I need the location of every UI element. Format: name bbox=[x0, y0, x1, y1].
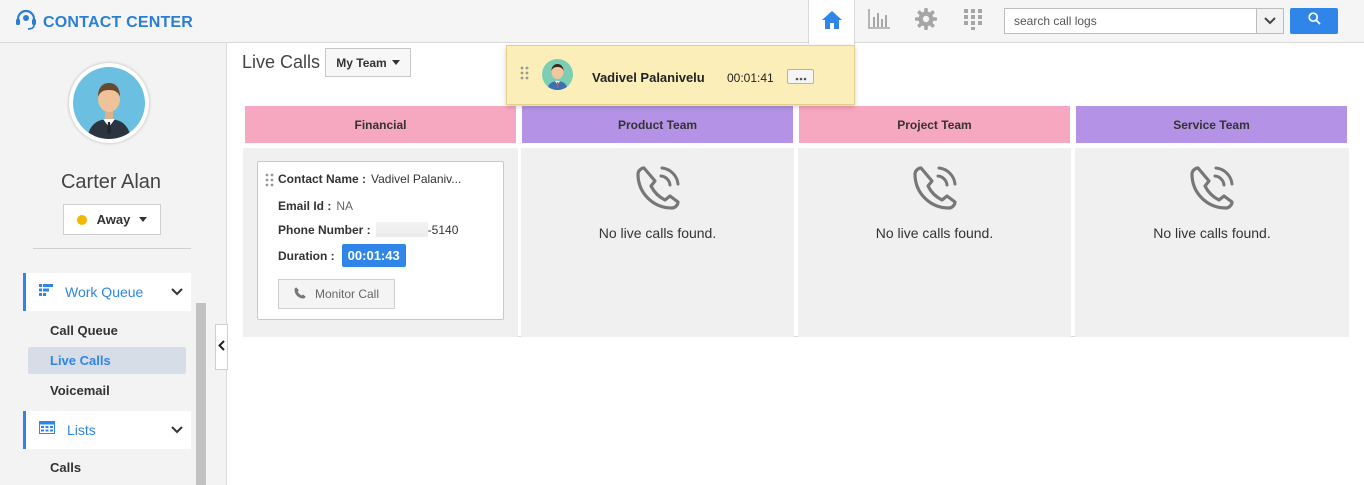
column-project-team: No live calls found. bbox=[798, 148, 1071, 337]
column-header-product-team: Product Team bbox=[522, 106, 793, 143]
phone-label: Phone Number : bbox=[278, 222, 371, 237]
search-button[interactable] bbox=[1290, 8, 1338, 34]
top-nav bbox=[808, 0, 996, 44]
sidebar-section-label: Lists bbox=[67, 422, 96, 438]
page-title: Live Calls bbox=[242, 52, 321, 72]
column-header-project-team: Project Team bbox=[799, 106, 1070, 143]
caller-avatar bbox=[542, 59, 573, 90]
column-financial: Contact Name : Vadivel Palaniv... Email … bbox=[243, 148, 518, 337]
user-name: Carter Alan bbox=[60, 171, 162, 193]
phone-redaction bbox=[375, 222, 428, 237]
phone-ringing-icon bbox=[634, 166, 682, 216]
brand-logo[interactable]: CONTACT CENTER bbox=[14, 9, 193, 36]
sidebar-scrollbar[interactable] bbox=[196, 268, 206, 485]
scrollbar-thumb[interactable] bbox=[196, 303, 206, 485]
sidebar: Carter Alan Away Work Queue Call Queue L… bbox=[0, 43, 227, 485]
active-call-popup[interactable]: Vadivel Palanivelu 00:01:41 bbox=[506, 45, 855, 105]
duration-label: Duration : bbox=[278, 248, 335, 263]
reports-icon bbox=[867, 8, 891, 35]
sidebar-item-voicemail[interactable]: Voicemail bbox=[28, 377, 186, 404]
contact-name-label: Contact Name : bbox=[278, 172, 367, 186]
status-dot-icon bbox=[76, 214, 87, 225]
sidebar-collapse-button[interactable] bbox=[215, 324, 228, 370]
calendar-grid-icon bbox=[39, 421, 55, 439]
team-filter-label: My Team bbox=[336, 55, 387, 70]
nav-apps[interactable] bbox=[949, 0, 996, 43]
empty-message: No live calls found. bbox=[875, 225, 994, 241]
phone-row: Phone Number : -5140 bbox=[278, 222, 458, 237]
caller-name: Vadivel Palanivelu bbox=[592, 70, 705, 85]
status-dropdown[interactable]: Away bbox=[63, 204, 161, 235]
column-service-team: No live calls found. bbox=[1075, 148, 1349, 337]
sidebar-item-live-calls[interactable]: Live Calls bbox=[28, 347, 186, 374]
column-header-service-team: Service Team bbox=[1076, 106, 1347, 143]
sidebar-item-calls[interactable]: Calls bbox=[28, 454, 186, 481]
monitor-call-button[interactable]: Monitor Call bbox=[278, 279, 395, 309]
apps-grid-icon bbox=[963, 8, 983, 35]
search-box bbox=[1004, 8, 1284, 34]
settings-icon bbox=[914, 7, 938, 36]
contact-name-value: Vadivel Palaniv... bbox=[371, 172, 462, 186]
nav-settings[interactable] bbox=[902, 0, 949, 43]
headset-logo-icon bbox=[14, 9, 38, 36]
sidebar-item-call-queue[interactable]: Call Queue bbox=[28, 317, 186, 344]
monitor-call-label: Monitor Call bbox=[314, 287, 380, 301]
ellipsis-icon bbox=[795, 68, 807, 86]
avatar[interactable] bbox=[69, 63, 149, 143]
empty-state: No live calls found. bbox=[1075, 164, 1349, 241]
nav-reports[interactable] bbox=[855, 0, 902, 43]
live-calls-board: Financial Contact Name : Vadivel Palaniv… bbox=[243, 104, 1349, 337]
drag-handle-icon[interactable] bbox=[520, 66, 529, 85]
email-value: NA bbox=[336, 199, 354, 213]
home-icon bbox=[821, 10, 843, 35]
duration-badge: 00:01:43 bbox=[341, 244, 406, 267]
live-call-card[interactable]: Contact Name : Vadivel Palaniv... Email … bbox=[257, 161, 504, 320]
phone-ringing-icon bbox=[911, 166, 959, 216]
search-icon bbox=[1307, 12, 1321, 30]
sidebar-divider bbox=[33, 248, 191, 249]
empty-message: No live calls found. bbox=[1153, 225, 1271, 241]
search-filter-dropdown[interactable] bbox=[1256, 9, 1283, 33]
email-label: Email Id : bbox=[278, 199, 332, 213]
contact-name-row: Contact Name : Vadivel Palaniv... bbox=[278, 172, 461, 186]
top-bar: CONTACT CENTER bbox=[0, 0, 1364, 44]
empty-message: No live calls found. bbox=[598, 225, 717, 241]
call-timer: 00:01:41 bbox=[727, 71, 774, 85]
nav-home[interactable] bbox=[808, 0, 855, 44]
caret-down-icon bbox=[139, 217, 148, 222]
drag-handle-icon[interactable] bbox=[265, 173, 274, 192]
column-header-financial: Financial bbox=[245, 106, 516, 143]
phone-icon bbox=[294, 287, 306, 302]
team-filter-dropdown[interactable]: My Team bbox=[325, 48, 411, 77]
brand-name: CONTACT CENTER bbox=[43, 13, 194, 31]
chevron-down-icon bbox=[171, 421, 183, 439]
chevron-down-icon bbox=[171, 283, 183, 301]
sidebar-section-label: Work Queue bbox=[65, 284, 144, 300]
email-row: Email Id : NA bbox=[278, 199, 353, 213]
chevron-down-icon bbox=[1264, 12, 1276, 30]
empty-state: No live calls found. bbox=[798, 164, 1071, 241]
sidebar-section-work-queue[interactable]: Work Queue bbox=[23, 273, 191, 311]
user-avatar-image bbox=[73, 67, 145, 139]
queue-list-icon bbox=[39, 283, 53, 301]
empty-state: No live calls found. bbox=[521, 164, 794, 241]
duration-row: Duration : 00:01:43 bbox=[278, 244, 406, 267]
chevron-left-icon bbox=[218, 338, 225, 356]
phone-ringing-icon bbox=[1188, 166, 1236, 216]
more-options-button[interactable] bbox=[787, 69, 814, 84]
status-label: Away bbox=[96, 212, 131, 227]
column-product-team: No live calls found. bbox=[521, 148, 794, 337]
phone-value: -5140 bbox=[427, 222, 459, 237]
search-input[interactable] bbox=[1005, 9, 1256, 33]
sidebar-section-lists[interactable]: Lists bbox=[23, 411, 191, 449]
caret-down-icon bbox=[391, 60, 400, 65]
